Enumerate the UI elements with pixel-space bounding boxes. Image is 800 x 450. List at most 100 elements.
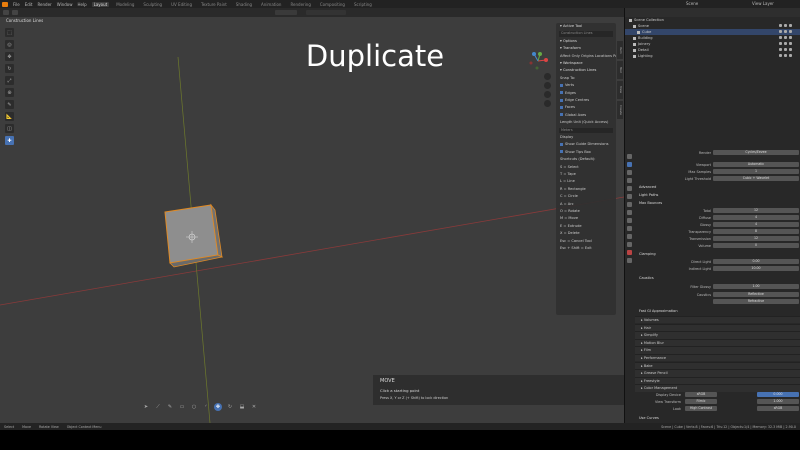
camera-icon[interactable]: [789, 42, 792, 45]
subsection-label[interactable]: Max Bounces: [639, 200, 662, 206]
npanel-dropdown[interactable]: Meters: [559, 127, 613, 134]
select-arrow-icon[interactable]: ➤: [142, 403, 150, 411]
eye-icon[interactable]: [784, 48, 787, 51]
constraints-props-icon[interactable]: [627, 234, 632, 239]
eye-icon[interactable]: [784, 42, 787, 45]
texture-props-icon[interactable]: [627, 258, 632, 263]
field-value[interactable]: 0.00: [713, 259, 799, 264]
checkbox-icon[interactable]: [560, 150, 563, 154]
construction-lines-tool-icon[interactable]: ✚: [5, 136, 14, 145]
subsection-label[interactable]: Clamping: [639, 251, 656, 257]
visibility-toggles[interactable]: [779, 54, 796, 58]
modifier-props-icon[interactable]: [627, 210, 632, 215]
move-tool-icon[interactable]: ✥: [5, 52, 14, 61]
pencil-line-icon[interactable]: ✎: [166, 403, 174, 411]
props-section-header[interactable]: ▸ Motion Blur: [635, 338, 800, 347]
visibility-toggles[interactable]: [779, 30, 796, 34]
visibility-toggles[interactable]: [779, 48, 796, 52]
eye-icon[interactable]: [784, 54, 787, 57]
rectangle-icon[interactable]: ▭: [178, 403, 186, 411]
menu-edit[interactable]: Edit: [25, 2, 33, 7]
visibility-toggles[interactable]: [779, 36, 796, 40]
use-curves-row[interactable]: Use Curves: [635, 415, 800, 421]
props-section-header[interactable]: ▸ Freestyle: [635, 376, 800, 385]
field-value[interactable]: 1.00: [713, 284, 799, 289]
measure-tool-icon[interactable]: 📐: [5, 112, 14, 121]
delete-icon[interactable]: ✕: [250, 403, 258, 411]
field-value[interactable]: 0: [713, 243, 799, 248]
field-value[interactable]: Refractive: [713, 299, 799, 304]
extrude-icon[interactable]: ⬓: [238, 403, 246, 411]
field-value[interactable]: 1: [713, 169, 799, 174]
render-props-icon[interactable]: [627, 162, 632, 167]
tab-texture-paint[interactable]: Texture Paint: [199, 2, 229, 7]
subsection-label[interactable]: Caustics: [639, 275, 654, 281]
checkbox-icon[interactable]: [779, 36, 782, 39]
add-cube-tool-icon[interactable]: ◫: [5, 124, 14, 133]
props-section-header[interactable]: ▸ Bake: [635, 361, 800, 369]
tab-tool[interactable]: Tool: [617, 61, 623, 79]
menu-file[interactable]: File: [13, 2, 20, 7]
3d-viewport[interactable]: Construction Lines Duplicate ⬚ ◎ ✥ ↻ ⤢ ⊕…: [0, 17, 624, 423]
subsection-label[interactable]: Light Paths: [639, 192, 658, 198]
subsection-label[interactable]: Fast GI Approximation: [639, 308, 678, 314]
checkbox-icon[interactable]: [779, 24, 782, 27]
checkbox-icon[interactable]: [560, 142, 563, 146]
props-section-header[interactable]: ▸ Grease Pencil: [635, 369, 800, 377]
world-props-icon[interactable]: [627, 194, 632, 199]
eye-icon[interactable]: [784, 36, 787, 39]
checkbox-icon[interactable]: [560, 98, 563, 102]
props-section-header[interactable]: ▸ Color Management: [635, 384, 800, 392]
tab-rendering[interactable]: Rendering: [288, 2, 312, 7]
camera-icon[interactable]: [789, 48, 792, 51]
snapping-controls[interactable]: [306, 10, 346, 15]
editor-type-icon[interactable]: [3, 10, 9, 15]
subsection-label[interactable]: Advanced: [639, 184, 656, 190]
scene-selector[interactable]: Scene: [686, 1, 698, 6]
npanel-checkbox[interactable]: Global Axes: [556, 112, 616, 119]
rotate-icon[interactable]: ↻: [226, 403, 234, 411]
view-layer-selector[interactable]: View Layer: [752, 1, 774, 6]
tab-uv-editing[interactable]: UV Editing: [169, 2, 194, 7]
npanel-dropdown[interactable]: Construction Lines: [559, 31, 613, 37]
props-section-header[interactable]: ▸ Volumes: [635, 316, 800, 324]
physics-props-icon[interactable]: [627, 226, 632, 231]
object-mode-icon[interactable]: [12, 10, 18, 15]
field-value[interactable]: 4: [713, 215, 799, 220]
field-value[interactable]: 8: [713, 229, 799, 234]
props-section-header[interactable]: ▸ Performance: [635, 354, 800, 362]
cursor-tool-icon[interactable]: ◎: [5, 40, 14, 49]
tab-shading[interactable]: Shading: [234, 2, 254, 7]
checkbox-icon[interactable]: [560, 105, 563, 109]
transform-tool-icon[interactable]: ⊕: [5, 88, 14, 97]
navigation-gizmo-icon[interactable]: [528, 51, 548, 71]
scene-props-icon[interactable]: [627, 186, 632, 191]
view-layer-props-icon[interactable]: [627, 178, 632, 183]
material-props-icon[interactable]: [627, 250, 632, 255]
npanel-checkbox[interactable]: Verts: [556, 82, 616, 89]
zoom-icon[interactable]: [544, 73, 551, 80]
field-value[interactable]: 10.00: [713, 266, 799, 271]
camera-view-icon[interactable]: [544, 91, 551, 98]
transform-orientation-dropdown[interactable]: [275, 10, 297, 15]
checkbox-icon[interactable]: [779, 42, 782, 45]
tab-animation[interactable]: Animation: [259, 2, 283, 7]
visibility-toggles[interactable]: [779, 24, 796, 28]
blender-logo-icon[interactable]: [2, 1, 8, 7]
data-props-icon[interactable]: [627, 242, 632, 247]
npanel-checkbox[interactable]: Edge Centres: [556, 97, 616, 104]
checkbox-icon[interactable]: [779, 48, 782, 51]
camera-icon[interactable]: [789, 36, 792, 39]
eye-icon[interactable]: [784, 30, 787, 33]
field-value[interactable]: 12: [713, 236, 799, 241]
props-section-header[interactable]: ▸ Film: [635, 346, 800, 354]
npanel-checkbox[interactable]: Faces: [556, 104, 616, 111]
visibility-toggles[interactable]: [779, 42, 796, 46]
menu-render[interactable]: Render: [37, 2, 51, 7]
menu-window[interactable]: Window: [57, 2, 73, 7]
tab-compositing[interactable]: Compositing: [318, 2, 347, 7]
scale-tool-icon[interactable]: ⤢: [5, 76, 14, 85]
menu-help[interactable]: Help: [77, 2, 86, 7]
tape-icon[interactable]: ⟋: [154, 403, 162, 411]
tab-view[interactable]: View: [617, 81, 623, 99]
